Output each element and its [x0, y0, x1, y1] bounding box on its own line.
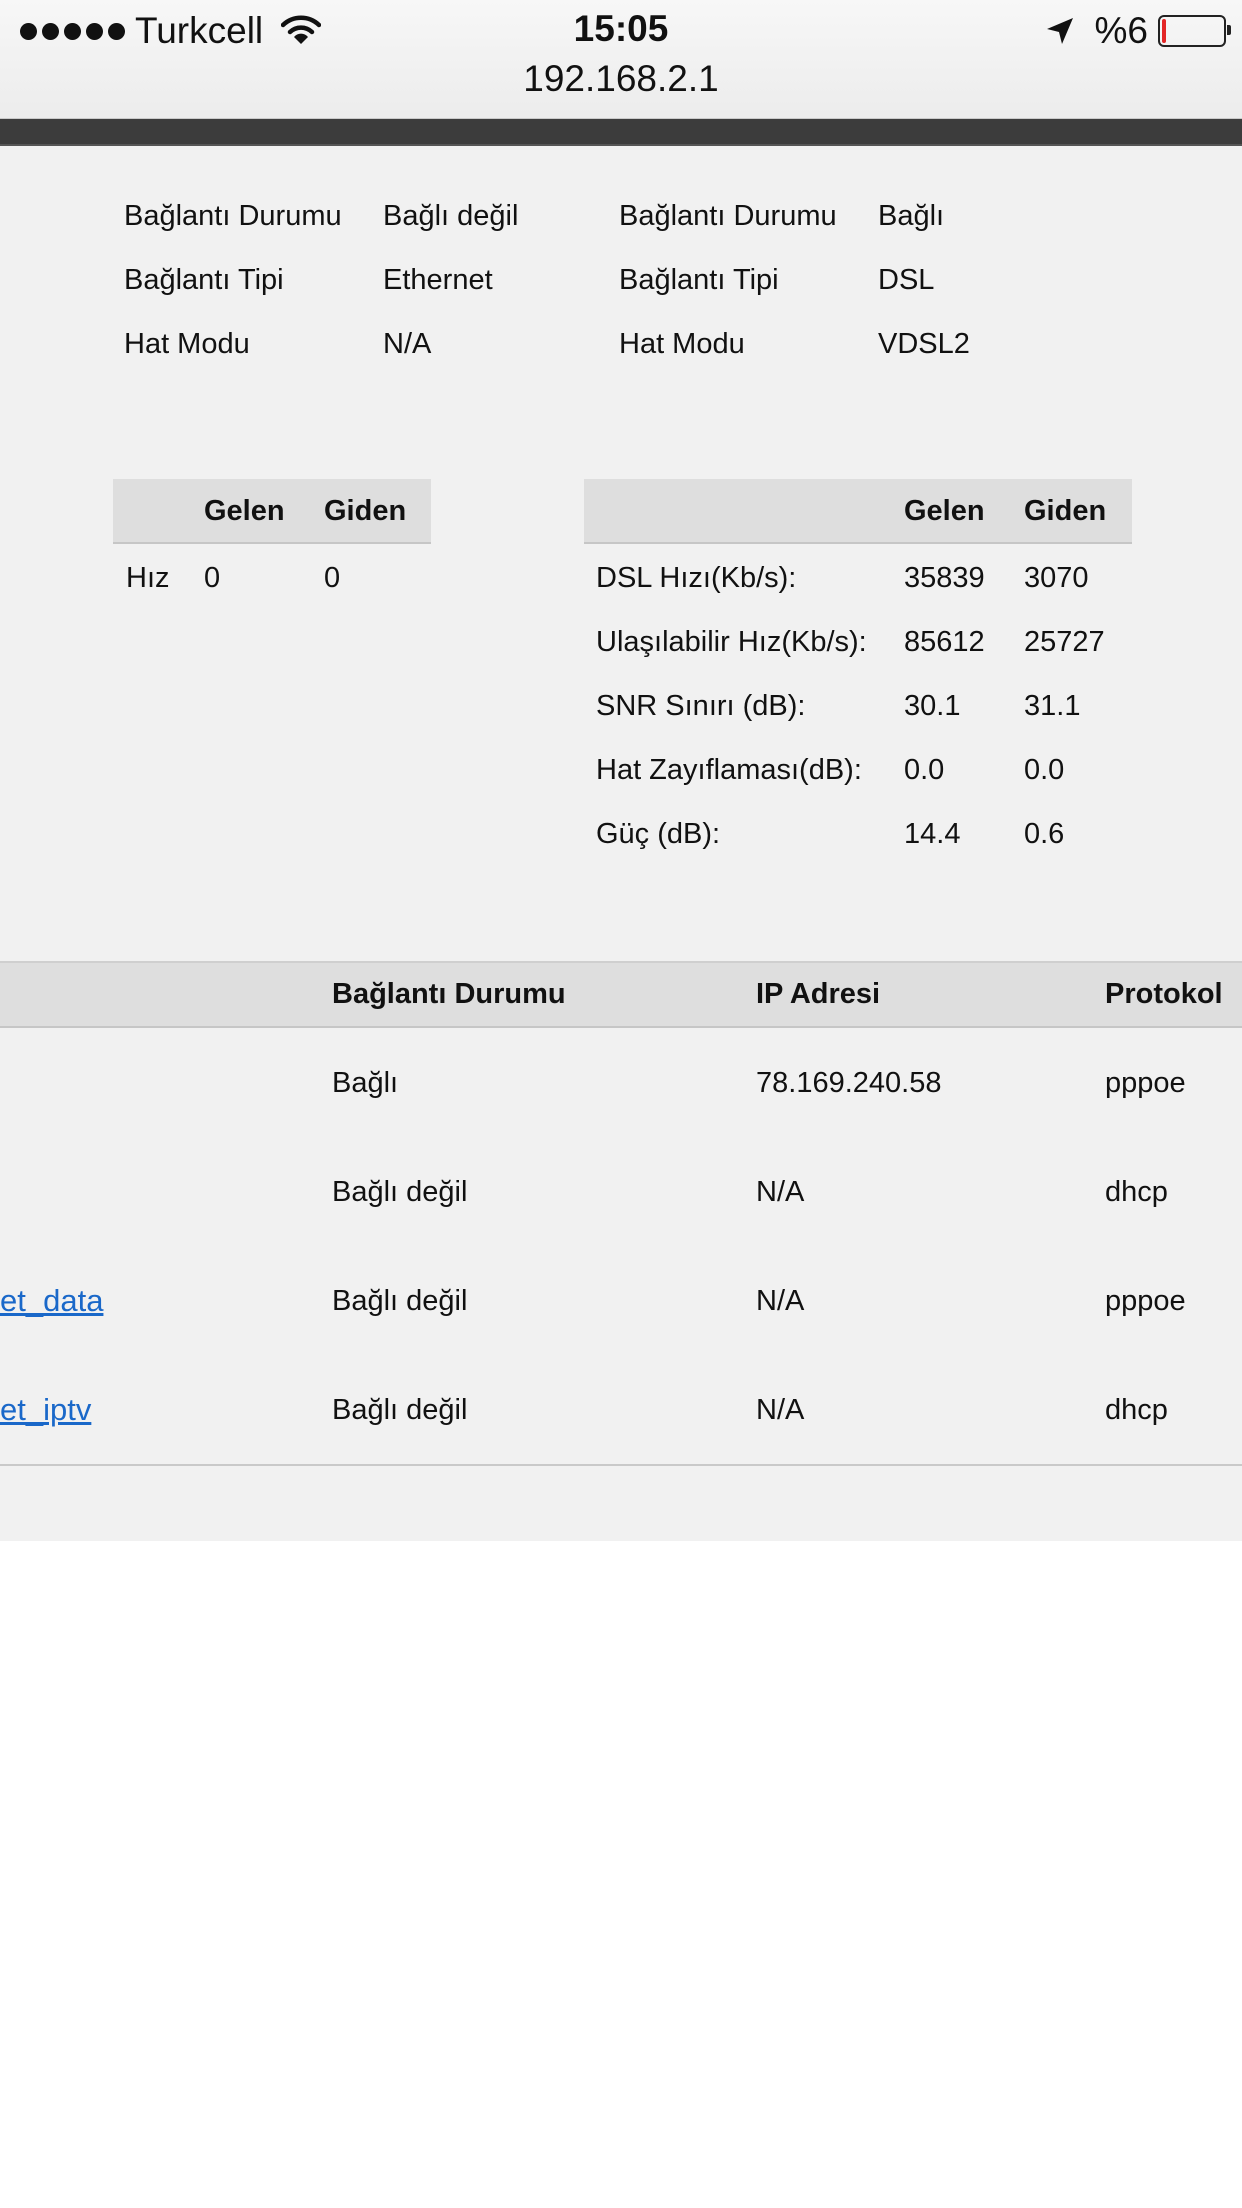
- dsl-row-in: 0.0: [904, 754, 945, 786]
- connection-ip: N/A: [756, 1176, 805, 1208]
- dsl-row-in: 14.4: [904, 818, 961, 850]
- status-bar: Turkcell 15:05 %6 192.168.2.1: [0, 0, 1242, 119]
- ethernet-speed-label: Hız: [126, 562, 170, 594]
- ethernet-status-value: Bağlı değil: [383, 200, 519, 232]
- ethernet-speed-out: 0: [324, 562, 341, 594]
- connection-ip: N/A: [756, 1285, 805, 1317]
- connection-ip: N/A: [756, 1394, 805, 1426]
- dsl-row-out: 31.1: [1024, 690, 1081, 722]
- ethernet-mode-label: Hat Modu: [124, 328, 250, 360]
- dsl-status-label: Bağlantı Durumu: [619, 200, 837, 232]
- connection-link-et-data[interactable]: et_data: [0, 1285, 103, 1316]
- dsl-row-label: Ulaşılabilir Hız(Kb/s):: [596, 626, 867, 658]
- connection-link-et-iptv[interactable]: et_iptv: [0, 1394, 91, 1425]
- page-header-bar: [0, 119, 1242, 146]
- connection-protocol: pppoe: [1105, 1067, 1186, 1099]
- dsl-row-in: 85612: [904, 626, 985, 658]
- status-right: %6: [1045, 8, 1231, 54]
- dsl-row-label: DSL Hızı(Kb/s):: [596, 562, 797, 594]
- connection-status: Bağlı: [332, 1067, 399, 1099]
- dsl-row-label: Güç (dB):: [596, 818, 721, 850]
- dsl-mode-label: Hat Modu: [619, 328, 745, 360]
- dsl-type-label: Bağlantı Tipi: [619, 264, 779, 296]
- dsl-header-gelen: Gelen: [904, 495, 985, 527]
- ethernet-status-label: Bağlantı Durumu: [124, 200, 342, 232]
- dsl-row-label: SNR Sınırı (dB):: [596, 690, 806, 722]
- table-bottom-divider: [0, 1464, 1242, 1466]
- dsl-row-out: 3070: [1024, 562, 1089, 594]
- ethernet-mode-value: N/A: [383, 328, 432, 360]
- connection-status: Bağlı değil: [332, 1285, 468, 1317]
- connection-protocol: pppoe: [1105, 1285, 1186, 1317]
- dsl-row-out: 0.0: [1024, 754, 1065, 786]
- dsl-header-giden: Giden: [1024, 495, 1107, 527]
- ethernet-header-gelen: Gelen: [204, 495, 285, 527]
- dsl-row-in: 30.1: [904, 690, 961, 722]
- dsl-row-label: Hat Zayıflaması(dB):: [596, 754, 862, 786]
- connections-header-ip: IP Adresi: [756, 978, 881, 1010]
- battery-icon: [1158, 15, 1231, 47]
- ethernet-header-giden: Giden: [324, 495, 407, 527]
- ethernet-speed-in: 0: [204, 562, 221, 594]
- dsl-mode-value: VDSL2: [878, 328, 970, 360]
- connections-header-status: Bağlantı Durumu: [332, 978, 566, 1010]
- connections-header-protocol: Protokol: [1105, 978, 1223, 1010]
- dsl-type-value: DSL: [878, 264, 935, 296]
- dsl-row-out: 25727: [1024, 626, 1105, 658]
- connection-protocol: dhcp: [1105, 1176, 1168, 1208]
- connection-ip: 78.169.240.58: [756, 1067, 942, 1099]
- dsl-status-value: Bağlı: [878, 200, 945, 232]
- dsl-row-in: 35839: [904, 562, 985, 594]
- dsl-row-out: 0.6: [1024, 818, 1065, 850]
- router-status-page: Bağlantı Durumu Bağlı değil Bağlantı Tip…: [0, 146, 1242, 1541]
- connections-table-header: [0, 961, 1242, 1028]
- ethernet-type-value: Ethernet: [383, 264, 493, 296]
- connection-status: Bağlı değil: [332, 1176, 468, 1208]
- ethernet-type-label: Bağlantı Tipi: [124, 264, 284, 296]
- connection-protocol: dhcp: [1105, 1394, 1168, 1426]
- battery-percent: %6: [1094, 10, 1148, 51]
- connection-status: Bağlı değil: [332, 1394, 468, 1426]
- location-arrow-icon: [1046, 18, 1073, 44]
- address-bar-url[interactable]: 192.168.2.1: [0, 58, 1242, 100]
